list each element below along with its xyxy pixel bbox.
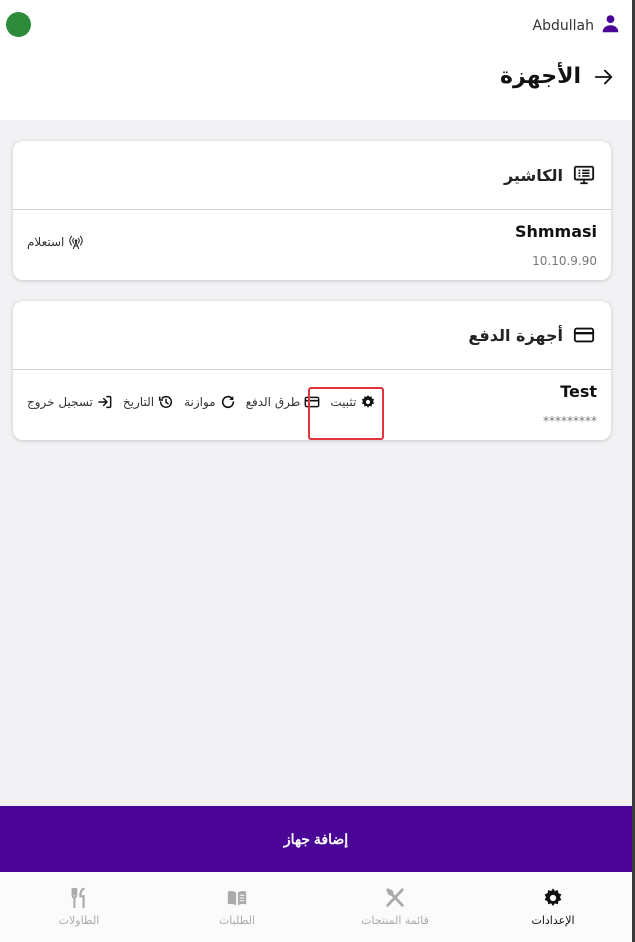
nav-item-settings[interactable]: الإعدادات xyxy=(474,872,632,942)
payment-card-title: أجهزة الدفع xyxy=(468,325,563,345)
top-bar: Abdullah الأجهزة xyxy=(0,0,635,120)
add-device-button[interactable]: إضافة جهاز xyxy=(0,806,632,872)
utensils-icon xyxy=(68,887,90,909)
payment-device-secret: ********* xyxy=(543,414,597,428)
bottom-nav: الإعدادات قائمة المنتجات الطلبات الطاولا… xyxy=(0,872,632,942)
nav-item-orders[interactable]: الطلبات xyxy=(158,872,316,942)
arrow-right-icon[interactable] xyxy=(593,66,615,88)
logout-icon xyxy=(97,394,113,410)
cashier-actions: استعلام xyxy=(27,234,84,250)
cashier-device-ip: 10.10.9.90 xyxy=(532,254,597,268)
logout-button[interactable]: تسجيل خروج xyxy=(27,394,113,410)
cashier-card: الكاشير Shmmasi 10.10.9.90 استعلام xyxy=(13,141,611,280)
query-button[interactable]: استعلام xyxy=(27,234,84,250)
nav-item-products[interactable]: قائمة المنتجات xyxy=(316,872,474,942)
highlight-box xyxy=(308,387,384,440)
query-label: استعلام xyxy=(27,235,65,249)
payment-device-name: Test xyxy=(560,382,597,401)
history-icon xyxy=(158,394,174,410)
antenna-icon xyxy=(68,234,84,250)
payment-card-header: أجهزة الدفع xyxy=(13,301,611,370)
cashier-device-row: Shmmasi 10.10.9.90 استعلام xyxy=(13,210,611,280)
balance-button[interactable]: موازنة xyxy=(184,394,236,410)
nav-label-products: قائمة المنتجات xyxy=(361,914,429,927)
user-name: Abdullah xyxy=(532,17,594,34)
nav-label-settings: الإعدادات xyxy=(531,914,575,927)
person-icon xyxy=(600,13,621,38)
cashier-card-header: الكاشير xyxy=(13,141,611,210)
book-icon xyxy=(226,887,248,909)
fork-knife-icon xyxy=(384,887,406,909)
history-label: التاريخ xyxy=(122,395,155,409)
status-indicator xyxy=(6,12,31,37)
payment-methods-label: طرق الدفع xyxy=(245,395,301,409)
nav-item-tables[interactable]: الطاولات xyxy=(0,872,158,942)
page-title: الأجهزة xyxy=(500,64,581,89)
cashier-card-title: الكاشير xyxy=(503,165,563,185)
refresh-icon xyxy=(220,394,236,410)
user-menu[interactable]: Abdullah xyxy=(533,13,621,38)
cashier-device-name: Shmmasi xyxy=(514,222,597,241)
balance-label: موازنة xyxy=(184,395,216,409)
logout-label: تسجيل خروج xyxy=(27,395,93,409)
monitor-list-icon xyxy=(573,164,595,186)
credit-card-icon xyxy=(573,324,595,346)
history-button[interactable]: التاريخ xyxy=(123,394,174,410)
page-header: الأجهزة xyxy=(500,64,615,89)
nav-label-orders: الطلبات xyxy=(218,914,256,927)
nav-label-tables: الطاولات xyxy=(58,914,100,927)
gear-icon xyxy=(542,887,564,909)
